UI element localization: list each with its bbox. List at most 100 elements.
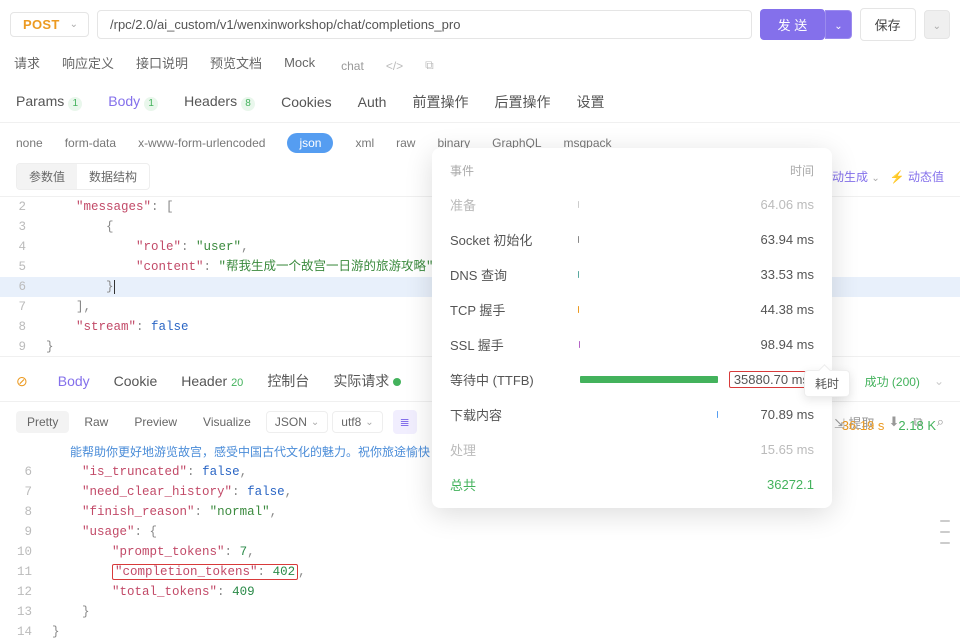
- tab-request[interactable]: 请求: [14, 53, 40, 78]
- timing-row-ttfb: 等待中 (TTFB) 35880.70 ms: [432, 362, 832, 397]
- send-button[interactable]: 发 送: [760, 9, 826, 40]
- tab-cookies[interactable]: Cookies: [281, 94, 332, 110]
- body-type-json[interactable]: json: [287, 133, 333, 153]
- line-number: 14: [0, 622, 46, 642]
- resp-format-select[interactable]: JSON⌄: [266, 411, 328, 433]
- body-type-xml[interactable]: xml: [355, 136, 374, 150]
- tab-preview-doc[interactable]: 预览文档: [210, 53, 262, 78]
- resp-tab-console[interactable]: 控制台: [267, 371, 309, 391]
- line-number: 6: [0, 462, 46, 482]
- editor-subtabs: 参数值 数据结构: [16, 163, 150, 190]
- http-method-select[interactable]: POST ⌄: [10, 12, 89, 37]
- timing-row-dns: DNS 查询 33.53 ms: [432, 257, 832, 292]
- resp-view-visualize[interactable]: Visualize: [192, 411, 262, 433]
- http-method: POST: [23, 17, 60, 32]
- resp-tab-header[interactable]: Header 20: [181, 373, 243, 389]
- line-number: 4: [0, 237, 40, 257]
- headers-badge: 8: [241, 97, 255, 111]
- timing-row-socket: Socket 初始化 63.94 ms: [432, 222, 832, 257]
- chevron-down-icon: ⌄: [871, 173, 879, 184]
- tab-pre-script[interactable]: 前置操作: [412, 92, 468, 112]
- search-icon[interactable]: ⌕: [937, 414, 944, 430]
- chevron-down-icon: ⌄: [933, 21, 941, 32]
- line-number: 7: [0, 297, 40, 317]
- resp-tab-body[interactable]: Body: [58, 373, 90, 389]
- editor-right-actions: 动生成 ⌄ ⚡ 动态值: [832, 168, 944, 185]
- line-number: 5: [0, 257, 40, 277]
- resp-tab-real-request[interactable]: 实际请求: [333, 371, 401, 391]
- line-number: 8: [0, 317, 40, 337]
- tab-api-doc[interactable]: 接口说明: [136, 53, 188, 78]
- line-number: 8: [0, 502, 46, 522]
- resize-handle[interactable]: [940, 520, 950, 544]
- save-button[interactable]: 保存: [860, 8, 916, 41]
- boxes-icon[interactable]: ⧉: [425, 58, 434, 73]
- resp-encoding-select[interactable]: utf8⌄: [332, 411, 382, 433]
- timing-row-download: 下载内容 70.89 ms: [432, 397, 832, 432]
- highlight-ttfb: 35880.70 ms: [729, 371, 814, 388]
- chevron-down-icon: ⌄: [70, 19, 78, 30]
- line-number: 10: [0, 542, 46, 562]
- line-number: 13: [0, 602, 46, 622]
- response-time[interactable]: 36.19 s: [842, 418, 885, 433]
- timing-row-ssl: SSL 握手 98.94 ms: [432, 327, 832, 362]
- tab-auth[interactable]: Auth: [358, 94, 387, 110]
- url-bar: POST ⌄ 发 送 ⌄ 保存 ⌄: [0, 0, 960, 49]
- body-type-raw[interactable]: raw: [396, 136, 415, 150]
- body-type-xwww[interactable]: x-www-form-urlencoded: [138, 136, 265, 150]
- line-number: 7: [0, 482, 46, 502]
- tab-mock[interactable]: Mock: [284, 55, 315, 76]
- chevron-down-icon: ⌄: [365, 417, 373, 428]
- format-icon[interactable]: ≣: [393, 410, 417, 434]
- chevron-down-icon[interactable]: ⌄: [934, 374, 944, 388]
- resp-view-pretty[interactable]: Pretty: [16, 411, 69, 433]
- line-number: 6: [0, 277, 40, 297]
- line-number: 12: [0, 582, 46, 602]
- header-count: 20: [231, 377, 243, 389]
- chat-label: chat: [341, 59, 364, 73]
- line-number: 11: [0, 562, 46, 582]
- resp-tab-cookie[interactable]: Cookie: [114, 373, 158, 389]
- code-icon[interactable]: </>: [386, 59, 403, 73]
- tab-headers[interactable]: Headers8: [184, 93, 255, 111]
- warning-icon[interactable]: ⊘: [16, 373, 34, 390]
- tooltip: 耗时: [804, 370, 850, 397]
- save-more-button[interactable]: ⌄: [924, 10, 950, 39]
- timing-breakdown-panel: 事件 时间 准备 64.06 ms Socket 初始化 63.94 ms DN…: [432, 148, 832, 508]
- body-type-formdata[interactable]: form-data: [65, 136, 116, 150]
- line-number: 9: [0, 522, 46, 542]
- highlight-completion-tokens: "completion_tokens": 402: [112, 564, 298, 580]
- tab-post-script[interactable]: 后置操作: [494, 92, 550, 112]
- tab-body[interactable]: Body1: [108, 93, 158, 111]
- subtab-struct[interactable]: 数据结构: [77, 164, 149, 189]
- resp-view-preview[interactable]: Preview: [123, 411, 188, 433]
- tab-params[interactable]: Params1: [16, 93, 82, 111]
- timing-row-process: 处理 15.65 ms: [432, 432, 832, 467]
- send-more-button[interactable]: ⌄: [825, 10, 851, 39]
- line-number: 9: [0, 337, 40, 356]
- timing-header: 事件 时间: [432, 154, 832, 187]
- status-text: 成功 (200): [865, 373, 920, 390]
- tab-response-def[interactable]: 响应定义: [62, 53, 114, 78]
- line-number: 2: [0, 197, 40, 217]
- params-badge: 1: [68, 97, 82, 111]
- resp-view-raw[interactable]: Raw: [73, 411, 119, 433]
- tab-settings[interactable]: 设置: [576, 92, 604, 112]
- line-number: 3: [0, 217, 40, 237]
- timing-row-prep: 准备 64.06 ms: [432, 187, 832, 222]
- dynamic-value-button[interactable]: ⚡ 动态值: [890, 168, 944, 185]
- url-input[interactable]: [97, 10, 752, 39]
- subtab-value[interactable]: 参数值: [17, 164, 77, 189]
- cursor-caret: [114, 280, 115, 294]
- body-badge: 1: [144, 97, 158, 111]
- timing-row-total: 总共 36272.1: [432, 467, 832, 502]
- chevron-down-icon: ⌄: [834, 21, 842, 32]
- body-type-none[interactable]: none: [16, 136, 43, 150]
- main-tabs: 请求 响应定义 接口说明 预览文档 Mock chat </> ⧉: [0, 49, 960, 78]
- request-section-tabs: Params1 Body1 Headers8 Cookies Auth 前置操作…: [0, 78, 960, 123]
- chevron-down-icon: ⌄: [311, 417, 319, 428]
- timing-row-tcp: TCP 握手 44.38 ms: [432, 292, 832, 327]
- status-dot-icon: [393, 378, 401, 386]
- auto-generate-button[interactable]: 动生成 ⌄: [832, 168, 880, 185]
- response-size: 2.18 K: [898, 418, 936, 433]
